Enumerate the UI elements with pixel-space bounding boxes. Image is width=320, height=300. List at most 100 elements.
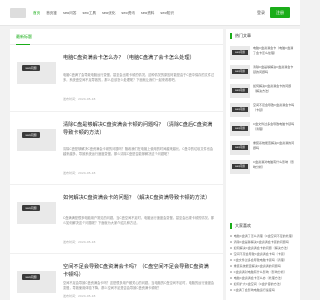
section-header: 最新标题: [10, 29, 223, 45]
thumbnail-badge: seo问题: [232, 126, 248, 131]
hot-item[interactable]: seo问题 C盘资满对电脑有什么影响（影响分析）: [230, 159, 296, 175]
rec-item-text[interactable]: 空间不足会导致C盘资满会卡吗（卡顿）: [234, 252, 287, 256]
thumbnail-badge: seo问题: [22, 274, 40, 280]
nav-item-3[interactable]: seo问答: [63, 6, 76, 20]
hot-item-title[interactable]: C盘文件过多会导致电脑卡顿吗（清理）: [253, 122, 296, 131]
login-link[interactable]: 登录: [254, 7, 268, 18]
hot-title: 热门文章: [235, 33, 251, 38]
thumbnail-badge: seo问题: [232, 164, 248, 169]
rec-item[interactable]: 电脑C盘满了怎么清理（C盘空间不足的处理）: [230, 234, 296, 239]
hot-item[interactable]: seo问题 电脑C盘资满会卡（电脑C盘满了会卡怎么处理）: [230, 45, 296, 61]
hot-item-title[interactable]: C盘资满对电脑有什么影响（影响分析）: [253, 160, 296, 169]
header-marker: [230, 33, 232, 39]
article-summary: C盘满满是很多电脑用户常见的问题，当C盘空间不足时，电脑运行速度会变慢，甚至会出…: [63, 216, 215, 226]
rec-item[interactable]: C盘文件过多会导致电脑卡顿吗（清理）: [230, 258, 296, 263]
hot-thumbnail[interactable]: seo问题: [230, 84, 250, 98]
section-underline: [16, 44, 30, 45]
thumbnail-badge: seo问题: [232, 107, 248, 112]
thumbnail-badge: seo问题: [22, 205, 40, 211]
rec-item-text[interactable]: 电脑C盘资满会卡怎么办（处理方法）: [234, 276, 284, 280]
hot-thumbnail[interactable]: seo问题: [230, 65, 250, 79]
hot-item-title[interactable]: 电脑C盘资满会卡（电脑C盘满了会卡怎么处理）: [253, 46, 296, 55]
rec-title: 大家喜欢: [235, 223, 251, 228]
bullet-icon: [230, 247, 232, 249]
bullet-icon: [230, 241, 232, 243]
thumbnail-badge: seo问题: [232, 50, 248, 55]
article-item[interactable]: seo问题 空间不足会导致C盘资满会卡吗？（C盘空间不足会导致C盘资满卡顿吗） …: [10, 255, 223, 300]
bullet-icon: [230, 259, 232, 261]
article-date: 发布时间：2024-05-18: [63, 171, 96, 175]
article-summary: 清除C盘是够解决C盘资满会卡顿的问题吗？随着我们在电脑上使用的时间越来越长，C盘…: [63, 147, 214, 157]
rec-item-text[interactable]: 电脑C盘满了怎么清理（C盘空间不足的处理）: [234, 234, 295, 238]
article-thumbnail[interactable]: seo问题: [17, 129, 56, 151]
nav-item-8[interactable]: seo知识: [160, 6, 173, 20]
nav-item-home[interactable]: 首页: [33, 6, 40, 20]
bullet-icon: [230, 265, 232, 267]
article-title[interactable]: 如何解决C盘资满会卡的问题？（解决C盘资满导致卡顿的方法）: [63, 194, 213, 202]
hot-item[interactable]: seo问题 C盘文件过多会导致电脑卡顿吗（清理）: [230, 121, 296, 137]
rec-item-text[interactable]: 重装系统能否解决C盘资满的问题吗: [234, 264, 281, 268]
article-date: 发布时间：2024-05-18: [63, 240, 96, 244]
article-title[interactable]: 清除C盘是够解决C盘资满会卡顿的问题吗？（清除C盘后C盘资满导致卡顿的方法）: [63, 121, 213, 137]
rec-item-text[interactable]: C盘资满对电脑有什么影响（影响分析）: [234, 270, 287, 274]
rec-item[interactable]: 清除C盘是够解决C盘资满会卡顿的问题吗: [230, 240, 296, 245]
article-date: 发布时间：2024-05-18: [63, 294, 96, 298]
nav-item-2[interactable]: 首页鉴: [46, 6, 57, 20]
hot-item[interactable]: seo问题 重装系统能否解决C盘资满的问题吗: [230, 140, 296, 156]
header-marker: [230, 223, 232, 229]
nav-item-6[interactable]: seo资讯: [121, 6, 134, 20]
rec-item[interactable]: C盘满了会影响电脑运行速度吗: [230, 288, 296, 293]
hot-thumbnail[interactable]: seo问题: [230, 103, 250, 117]
rec-item-text[interactable]: C盘文件过多会导致电脑卡顿吗（清理）: [234, 258, 287, 262]
hot-thumbnail[interactable]: seo问题: [230, 122, 250, 136]
rec-item-text[interactable]: 如何扩大C盘空间（C盘扩容的方法）: [234, 282, 283, 286]
article-item[interactable]: seo问题 清除C盘是够解决C盘资满会卡顿的问题吗？（清除C盘后C盘资满导致卡顿…: [10, 113, 223, 185]
hot-item-title[interactable]: 空间不足会导致C盘资满会卡吗（卡顿）: [253, 103, 296, 112]
article-item[interactable]: seo问题 电脑C盘资满会卡怎么办？（电脑C盘满了会卡怎么处理） 电脑C盘满了会…: [10, 46, 223, 112]
article-title[interactable]: 空间不足会导致C盘资满会卡吗？（C盘空间不足会导致C盘资满卡顿吗）: [63, 263, 213, 279]
main-nav: 首页 首页鉴 seo问答 seo工具 seo优化 seo资讯 seo资料 seo…: [33, 6, 174, 20]
rec-item-text[interactable]: 清除C盘是够解决C盘资满会卡顿的问题吗: [234, 240, 289, 244]
thumbnail-badge: seo问题: [232, 69, 248, 74]
thumbnail-badge: seo问题: [232, 145, 248, 150]
nav-item-7[interactable]: seo资料: [141, 6, 154, 20]
register-button[interactable]: 注册: [270, 7, 290, 18]
article-summary: 空间不足会导致C盘资满会卡吗？这是很多用户都关心的问题，当电脑的C盘空间不足时，…: [63, 281, 215, 291]
hot-item-title[interactable]: 如何解决C盘资满会卡的问题（解决方法）: [253, 84, 296, 93]
rec-item[interactable]: C盘资满对电脑有什么影响（影响分析）: [230, 270, 296, 275]
hot-item[interactable]: seo问题 如何解决C盘资满会卡的问题（解决方法）: [230, 83, 296, 99]
hot-thumbnail[interactable]: seo问题: [230, 141, 250, 155]
rec-item[interactable]: 电脑C盘资满会卡怎么办（处理方法）: [230, 276, 296, 281]
hot-item-title[interactable]: 重装系统能否解决C盘资满的问题吗: [253, 141, 296, 150]
rec-item[interactable]: 重装系统能否解决C盘资满的问题吗: [230, 264, 296, 269]
rec-item[interactable]: 如何解决C盘资满会卡的问题（解决方法）: [230, 246, 296, 251]
hot-thumbnail[interactable]: seo问题: [230, 46, 250, 60]
article-title[interactable]: 电脑C盘资满会卡怎么办？（电脑C盘满了会卡怎么处理）: [63, 54, 213, 62]
rec-item[interactable]: 空间不足会导致C盘资满会卡吗（卡顿）: [230, 252, 296, 257]
article-summary: 电脑C盘满了会导致电脑运行变慢，甚至会出现卡顿的情况，这种情况的原因可能是由于C…: [63, 73, 215, 83]
rec-item[interactable]: 如何扩大C盘空间（C盘扩容的方法）: [230, 282, 296, 287]
nav-item-5[interactable]: seo优化: [102, 6, 115, 20]
hot-item[interactable]: seo问题 空间不足会导致C盘资满会卡吗（卡顿）: [230, 102, 296, 118]
article-item[interactable]: seo问题 如何解决C盘资满会卡的问题？（解决C盘资满导致卡顿的方法） C盘满满…: [10, 186, 223, 254]
article-list: 最新标题 seo问题 电脑C盘资满会卡怎么办？（电脑C盘满了会卡怎么处理） 电脑…: [10, 29, 223, 300]
site-logo[interactable]: [10, 8, 26, 18]
rec-item-text[interactable]: C盘满了会影响电脑运行速度吗: [234, 288, 275, 292]
bullet-icon: [230, 289, 232, 291]
thumbnail-badge: seo问题: [22, 65, 40, 71]
rec-item-text[interactable]: 如何解决C盘资满会卡的问题（解决方法）: [234, 246, 290, 250]
nav-item-4[interactable]: seo工具: [82, 6, 95, 20]
article-thumbnail[interactable]: seo问题: [17, 271, 56, 293]
thumbnail-badge: seo问题: [232, 88, 248, 93]
article-thumbnail[interactable]: seo问题: [17, 202, 56, 224]
bullet-icon: [230, 235, 232, 237]
section-title: 最新标题: [16, 34, 32, 39]
article-thumbnail[interactable]: seo问题: [17, 62, 56, 84]
hot-item[interactable]: seo问题 清除C盘是够解决C盘资满会卡顿的问题吗: [230, 64, 296, 80]
hot-item-title[interactable]: 清除C盘是够解决C盘资满会卡顿的问题吗: [253, 65, 296, 74]
bullet-icon: [230, 283, 232, 285]
bullet-icon: [230, 271, 232, 273]
hot-thumbnail[interactable]: seo问题: [230, 160, 250, 174]
rec-header: 大家喜欢: [226, 219, 300, 233]
bullet-icon: [230, 277, 232, 279]
